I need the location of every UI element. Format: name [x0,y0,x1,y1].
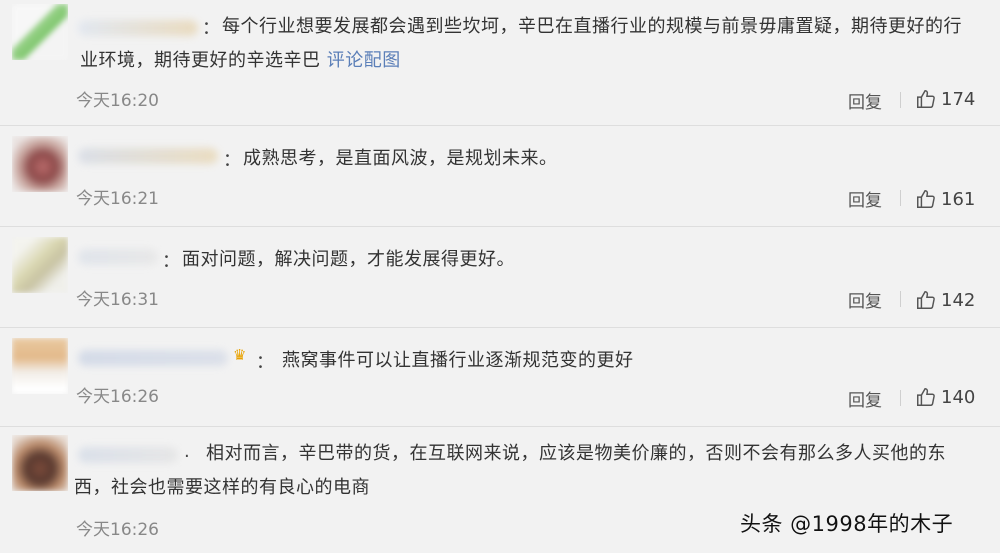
like-count: 161 [941,188,976,210]
reply-button[interactable]: 回复 [848,386,882,411]
username-blurred[interactable] [78,447,178,463]
comment-text-line: 成熟思考，是直面风波，是规划未来。 [243,148,558,169]
comment-text: 面对问题，解决问题，才能发展得更好。 [182,243,515,277]
colon: ： [202,18,220,39]
thumbs-up-icon [917,90,935,108]
like-count: 140 [941,386,976,408]
colon: ： [162,251,180,272]
avatar[interactable] [12,435,68,491]
thumbs-up-icon [917,291,935,309]
thumbs-up-icon [917,190,935,208]
like-button[interactable]: 174 [915,88,975,110]
avatar[interactable] [12,237,68,293]
comment-text: 燕窝事件可以让直播行业逐渐规范变的更好 [282,344,634,378]
divider [900,92,901,108]
thumbs-up-icon [917,388,935,406]
comment-text-line: 业环境，期待更好的辛选辛巴 [80,50,321,71]
avatar[interactable] [12,338,68,394]
avatar[interactable] [12,4,68,60]
reply-button[interactable]: 回复 [848,287,882,312]
reply-button[interactable]: 回复 [848,88,882,113]
comment-item: ： 面对问题，解决问题，才能发展得更好。 今天16:31 回复 142 [0,227,1000,327]
comment-text-line: 面对问题，解决问题，才能发展得更好。 [182,249,515,270]
colon: ： [223,150,241,171]
watermark: 头条 @1998年的木子 [740,512,954,536]
image-link[interactable]: 评论配图 [327,50,401,71]
divider [900,390,901,406]
username-blurred[interactable] [78,148,218,164]
timestamp: 今天16:26 [76,520,159,540]
comment-item: ： 每个行业想要发展都会遇到些坎坷，辛巴在直播行业的规模与前景毋庸置疑，期待更好… [0,0,1000,125]
timestamp: 今天16:31 [76,290,159,310]
divider [900,190,901,206]
comment-text: 成熟思考，是直面风波，是规划未来。 [243,142,558,176]
username-blurred[interactable] [78,20,198,36]
comment-text-line: 西，社会也需要这样的有良心的电商 [74,477,370,498]
separator-dot: . [184,441,190,462]
reply-button[interactable]: 回复 [848,186,882,211]
like-button[interactable]: 161 [915,188,975,210]
comment-item: ： 成熟思考，是直面风波，是规划未来。 今天16:21 回复 161 [0,126,1000,226]
timestamp: 今天16:20 [76,91,159,111]
username-blurred[interactable] [78,249,158,265]
comment-text-line: 燕窝事件可以让直播行业逐渐规范变的更好 [282,350,634,371]
timestamp: 今天16:26 [76,387,159,407]
avatar[interactable] [12,136,68,192]
like-button[interactable]: 142 [915,289,975,311]
comment-text: 每个行业想要发展都会遇到些坎坷，辛巴在直播行业的规模与前景毋庸置疑，期待更好的行… [80,10,992,78]
comment-text: 相对而言，辛巴带的货，在互联网来说，应该是物美价廉的，否则不会有那么多人买他的东… [74,437,996,505]
divider [900,291,901,307]
comment-item: ♛ ： 燕窝事件可以让直播行业逐渐规范变的更好 今天16:26 回复 140 [0,328,1000,426]
comment-text-line: 相对而言，辛巴带的货，在互联网来说，应该是物美价廉的，否则不会有那么多人买他的东 [206,443,946,464]
username-blurred[interactable] [78,350,228,366]
timestamp: 今天16:21 [76,189,159,209]
like-count: 174 [941,88,976,110]
crown-icon: ♛ [233,346,247,364]
like-count: 142 [941,289,976,311]
comment-text-line: 每个行业想要发展都会遇到些坎坷，辛巴在直播行业的规模与前景毋庸置疑，期待更好的行 [222,16,962,37]
like-button[interactable]: 140 [915,386,975,408]
colon: ： [256,352,274,373]
